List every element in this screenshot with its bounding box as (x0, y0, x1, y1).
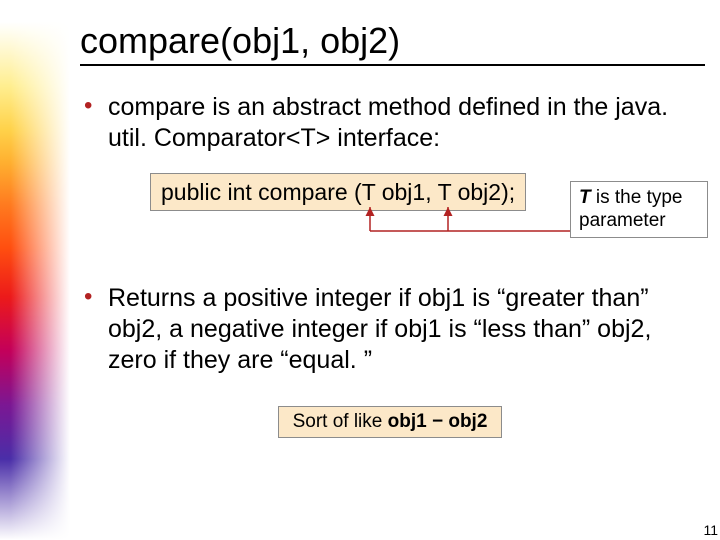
bullet-2-text: Returns a positive integer if obj1 is “g… (108, 284, 651, 375)
slide-content: compare(obj1, obj2) compare is an abstra… (80, 20, 700, 520)
callout-rest: is the type parameter (579, 187, 683, 232)
bullet-item-2: Returns a positive integer if obj1 is “g… (80, 283, 700, 377)
type-param-callout: T is the type parameter (570, 181, 708, 239)
bullet-item-1: compare is an abstract method defined in… (80, 92, 700, 253)
bullet-1-text: compare is an abstract method defined in… (108, 93, 668, 152)
sortof-expr: obj1 − obj2 (388, 411, 488, 432)
bullet-list: compare is an abstract method defined in… (80, 92, 700, 376)
page-number: 11 (703, 522, 718, 538)
title-text: compare(obj1, obj2) (80, 20, 400, 61)
sortof-container: Sort of like obj1 − obj2 (80, 406, 700, 438)
sortof-prefix: Sort of like (293, 411, 388, 432)
title-underline (80, 64, 705, 66)
sortof-box: Sort of like obj1 − obj2 (278, 406, 503, 438)
callout-arrows (150, 173, 610, 253)
callout-T: T (579, 187, 591, 208)
side-gradient-decoration (0, 0, 70, 540)
code-container: public int compare (T obj1, T obj2); (150, 173, 700, 253)
slide-title: compare(obj1, obj2) (80, 20, 700, 66)
